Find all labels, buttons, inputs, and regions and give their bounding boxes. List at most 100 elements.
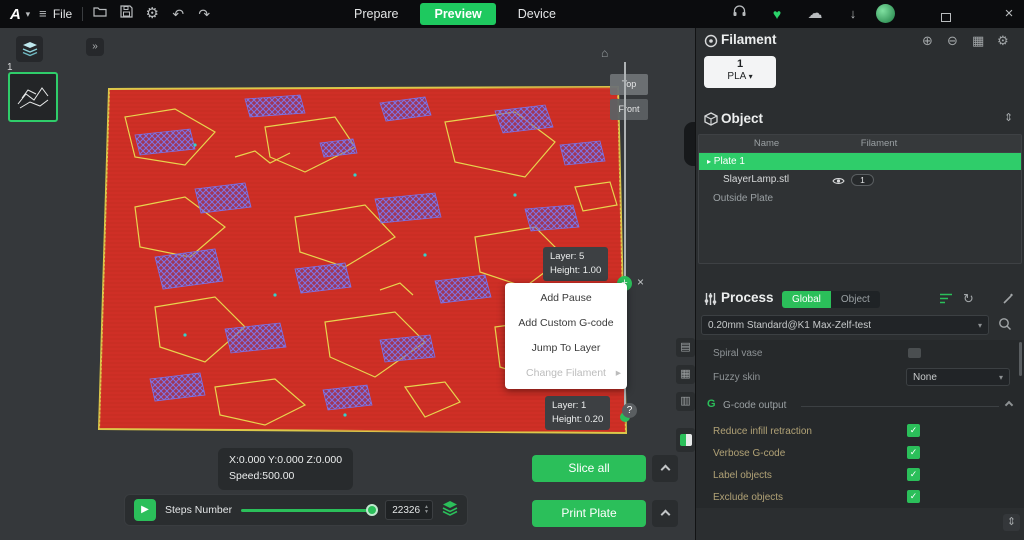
preset-search-icon[interactable] (998, 317, 1012, 336)
row-marker-icon: ▸ (707, 157, 711, 166)
section-collapse-icon[interactable] (1005, 401, 1013, 409)
object-filament-badge[interactable]: 1 (851, 174, 874, 186)
menu-icon[interactable]: ≡ (35, 0, 51, 28)
tab-device[interactable]: Device (504, 3, 570, 25)
tab-prepare[interactable]: Prepare (340, 3, 412, 25)
setting-fuzzy-skin-select[interactable]: None ▾ (906, 368, 1010, 386)
favorites-heart-icon[interactable]: ♥ (764, 0, 790, 28)
slice-all-button[interactable]: Slice all (532, 455, 646, 482)
cloud-upload-icon[interactable]: ☁ (802, 0, 828, 28)
column-filament: Filament (834, 135, 924, 152)
preset-caret-icon: ▾ (978, 321, 982, 330)
process-filter-icon[interactable] (939, 292, 953, 310)
mode-tabs: Prepare Preview Device (340, 0, 570, 28)
panel-collapse-handle[interactable] (684, 122, 695, 166)
setting-verbose-gcode-checkbox[interactable]: ✓ (907, 446, 920, 459)
object-table: Name Filament ▸ Plate 1 SlayerLamp.stl 1… (698, 134, 1022, 264)
slice-options-button[interactable] (652, 455, 678, 482)
filament-settings-icon[interactable]: ⚙ (997, 33, 1009, 49)
steps-spinner[interactable]: ▲ ▼ (424, 505, 429, 515)
window-restore-icon[interactable] (941, 9, 951, 27)
menu-change-filament[interactable]: Change Filament ▸ (505, 361, 627, 386)
expand-toolbar-button[interactable]: » (86, 38, 104, 56)
viewport-area: » 1 (0, 28, 695, 540)
remove-filament-icon[interactable]: ⊖ (947, 33, 958, 49)
steps-slider-handle[interactable] (366, 504, 378, 516)
marker-close-icon[interactable]: × (637, 275, 644, 289)
layers-tool-button[interactable] (16, 36, 43, 62)
app-window: A ▾ ≡ File ⚙ ↶ ↷ Prepare Preview Device … (0, 0, 1024, 540)
settings-scrollbar[interactable] (1019, 342, 1022, 376)
flush-options-icon[interactable]: ▦ (972, 33, 984, 49)
setting-reduce-infill-checkbox[interactable]: ✓ (907, 424, 920, 437)
layer-slider-tooltip: Layer: 5 Height: 1.00 (543, 247, 608, 281)
download-icon[interactable]: ↓ (840, 0, 866, 28)
open-folder-icon[interactable] (87, 0, 113, 28)
table-row-object[interactable]: SlayerLamp.stl 1 (699, 170, 1021, 190)
grid-tool-icon[interactable]: ▥ (676, 392, 695, 411)
submenu-arrow-icon: ▸ (616, 361, 621, 386)
steps-slider[interactable] (241, 504, 376, 516)
viewcube-front-button[interactable]: Front (610, 99, 648, 120)
logo-caret-icon[interactable]: ▾ (21, 0, 35, 28)
calculator-tool-icon[interactable]: ▦ (676, 365, 695, 384)
table-row-outside-plate[interactable]: Outside Plate (699, 190, 1021, 208)
support-headset-icon[interactable] (726, 0, 752, 28)
filament-number: 1 (704, 58, 776, 71)
steps-label: Steps Number (165, 504, 232, 516)
filament-chip[interactable]: 1 PLA ▾ (704, 56, 776, 88)
steps-layers-icon[interactable] (442, 500, 458, 521)
section-divider (801, 406, 999, 407)
steps-value-box[interactable]: 22326 ▲ ▼ (385, 500, 433, 520)
steps-value[interactable]: 22326 (392, 505, 420, 516)
spin-down-icon[interactable]: ▼ (424, 510, 429, 515)
process-scope-toggle: Global Object (782, 291, 880, 308)
table-row-plate[interactable]: ▸ Plate 1 (699, 153, 1021, 170)
redo-icon[interactable]: ↷ (191, 0, 217, 28)
gcode-section-icon: G (707, 398, 716, 410)
help-button[interactable]: ? (622, 403, 637, 418)
object-sort-icon[interactable]: ⇕ (1004, 111, 1013, 124)
print-plate-button[interactable]: Print Plate (532, 500, 646, 527)
tooltip-layer: Layer: 5 (550, 250, 601, 264)
right-panel: Filament ⊕ ⊖ ▦ ⚙ 1 PLA ▾ Object ⇕ Name F… (695, 28, 1024, 540)
undo-icon[interactable]: ↶ (165, 0, 191, 28)
menu-jump-to-layer[interactable]: Jump To Layer (505, 336, 627, 361)
menu-add-pause[interactable]: Add Pause (505, 286, 627, 311)
viewcube-top-button[interactable]: Top (610, 74, 648, 95)
process-preset-select[interactable]: 0.20mm Standard@K1 Max-Zelf-test ▾ (701, 315, 989, 335)
home-view-icon[interactable]: ⌂ (601, 46, 608, 60)
toggle-global[interactable]: Global (782, 291, 831, 308)
print-options-button[interactable] (652, 500, 678, 527)
file-menu[interactable]: File (51, 7, 78, 21)
app-logo-icon[interactable]: A (0, 6, 21, 23)
position-coords: X:0.000 Y:0.000 Z:0.000 (229, 453, 342, 469)
save-icon[interactable] (113, 0, 139, 28)
menu-add-custom-gcode[interactable]: Add Custom G-code (505, 311, 627, 336)
settings-gear-icon[interactable]: ⚙ (139, 0, 165, 28)
gcode-section-label: G-code output (723, 400, 786, 411)
setting-label-objects-checkbox[interactable]: ✓ (907, 468, 920, 481)
setting-verbose-gcode-label: Verbose G-code (713, 448, 785, 459)
plate-thumbnail[interactable] (8, 72, 58, 122)
setting-exclude-objects-label: Exclude objects (713, 492, 783, 503)
tab-preview[interactable]: Preview (420, 3, 495, 25)
screenshot-tool-icon[interactable]: ▤ (676, 338, 695, 357)
add-filament-icon[interactable]: ⊕ (922, 33, 933, 49)
fuzzy-caret-icon: ▾ (999, 373, 1003, 382)
play-button[interactable]: ▶ (134, 499, 156, 521)
setting-spiral-vase-checkbox[interactable] (908, 348, 921, 358)
position-tooltip: X:0.000 Y:0.000 Z:0.000 Speed:500.00 (218, 448, 353, 490)
visibility-eye-icon[interactable] (832, 174, 845, 194)
filament-type[interactable]: PLA ▾ (704, 71, 776, 83)
toggle-object[interactable]: Object (831, 291, 880, 308)
panel-expand-button[interactable]: ⇕ (1003, 514, 1020, 531)
process-reset-icon[interactable]: ↻ (963, 291, 974, 307)
color-scheme-tool-icon[interactable] (676, 428, 695, 452)
user-avatar[interactable] (876, 4, 895, 23)
process-wand-icon[interactable] (1002, 292, 1015, 310)
window-close-icon[interactable]: × (996, 0, 1022, 28)
setting-exclude-objects-checkbox[interactable]: ✓ (907, 490, 920, 503)
steps-bar: ▶ Steps Number 22326 ▲ ▼ (124, 494, 468, 526)
object-section-title: Object (721, 111, 763, 126)
